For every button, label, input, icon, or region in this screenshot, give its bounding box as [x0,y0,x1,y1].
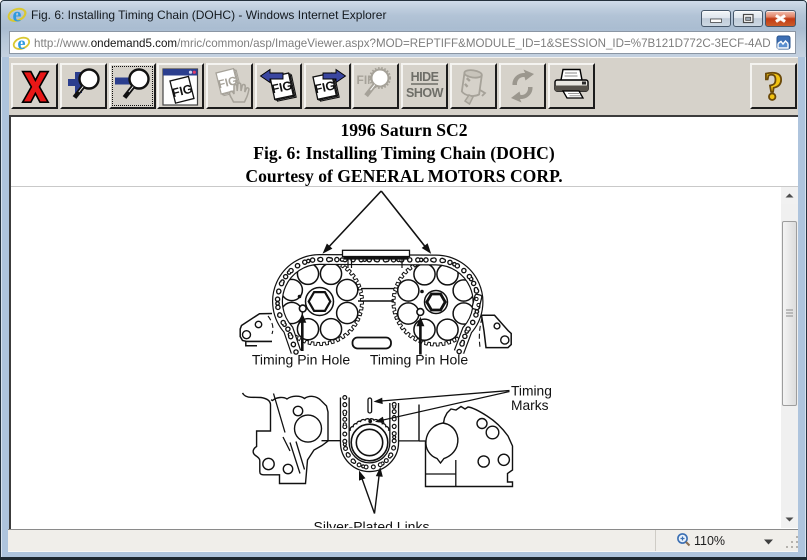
svg-text:Timing Pin Hole: Timing Pin Hole [370,352,469,368]
svg-text:HIDE: HIDE [411,70,439,84]
svg-text:e: e [17,34,25,53]
svg-text:Timing Pin Hole: Timing Pin Hole [252,352,351,368]
svg-text:e: e [13,5,22,25]
svg-text:Timing: Timing [511,384,552,399]
svg-text:SHOW: SHOW [406,86,444,100]
svg-text:Silver-Plated Links: Silver-Plated Links [314,519,430,529]
svg-text:Marks: Marks [511,398,549,413]
svg-text:?: ? [764,66,784,106]
